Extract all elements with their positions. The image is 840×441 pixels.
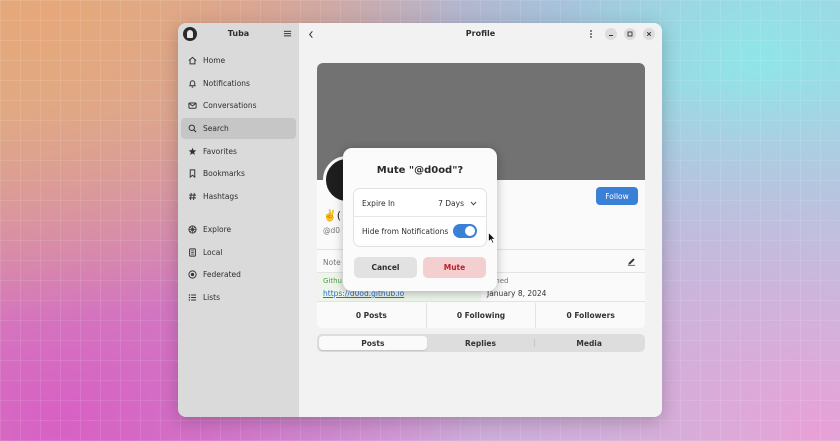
sidebar-item-notifications[interactable]: Notifications	[181, 73, 296, 94]
header-bar: Profile	[299, 23, 662, 46]
home-icon	[188, 56, 197, 65]
list-icon	[188, 294, 197, 301]
compass-icon	[188, 225, 197, 234]
sidebar-item-conversations[interactable]: Conversations	[181, 95, 296, 116]
minimize-button[interactable]	[605, 28, 617, 40]
followers-count[interactable]: 0 Followers	[536, 303, 645, 328]
tab-replies[interactable]: Replies	[427, 336, 535, 350]
sidebar-header: Tuba	[178, 23, 299, 46]
building-icon	[189, 247, 196, 257]
hamburger-menu-icon[interactable]	[283, 29, 292, 38]
field-key: Githu	[323, 277, 342, 285]
maximize-icon	[627, 31, 633, 37]
dialog-title: Mute "@d0od"?	[376, 165, 464, 176]
sidebar-separator	[181, 209, 296, 219]
sidebar-item-label: Lists	[203, 292, 221, 302]
sidebar-item-label: Favorites	[203, 146, 237, 156]
sidebar-item-label: Federated	[203, 270, 241, 280]
sidebar-item-label: Conversations	[203, 101, 257, 111]
search-icon	[188, 124, 197, 133]
bell-icon	[189, 80, 196, 88]
expire-value: 7 Days	[438, 199, 464, 208]
kebab-menu-icon[interactable]	[587, 29, 595, 39]
sidebar-item-label: Hashtags	[203, 192, 239, 202]
maximize-button[interactable]	[624, 28, 636, 40]
sidebar-item-label: Bookmarks	[203, 169, 245, 179]
sidebar-item-label: Notifications	[203, 78, 250, 88]
follow-button[interactable]: Follow	[596, 187, 638, 205]
chevron-down-icon	[470, 201, 477, 206]
close-button[interactable]	[643, 28, 655, 40]
hide-notifications-row: Hide from Notifications	[354, 217, 486, 245]
tab-media[interactable]: Media	[535, 336, 643, 350]
star-icon	[188, 147, 197, 155]
sidebar-item-home[interactable]: Home	[181, 50, 296, 71]
sidebar-item-favorites[interactable]: Favorites	[181, 141, 296, 162]
sidebar-item-label: Explore	[203, 224, 232, 234]
minimize-icon	[609, 35, 613, 36]
sidebar-item-lists[interactable]: Lists	[181, 287, 296, 308]
following-count[interactable]: 0 Following	[427, 303, 537, 328]
hide-notifications-label: Hide from Notifications	[362, 227, 449, 236]
sidebar-item-explore[interactable]: Explore	[181, 219, 296, 240]
joined-date: January 8, 2024	[487, 289, 547, 298]
sidebar-item-local[interactable]: Local	[181, 242, 296, 263]
sidebar-item-federated[interactable]: Federated	[181, 264, 296, 285]
profile-tabs: Posts Replies Media	[317, 334, 645, 352]
hide-notifications-toggle[interactable]	[453, 224, 477, 238]
sidebar: Tuba Home Notifications Conversations Se…	[178, 23, 299, 417]
sidebar-item-label: Search	[203, 124, 229, 134]
expire-in-row[interactable]: Expire In 7 Days	[354, 189, 486, 217]
sidebar-item-label: Home	[203, 56, 226, 65]
edit-pencil-icon[interactable]	[627, 257, 636, 266]
app-title: Tuba	[227, 29, 250, 38]
sidebar-item-search[interactable]: Search	[181, 118, 296, 140]
bookmark-icon	[189, 169, 196, 179]
mouse-cursor-icon	[488, 232, 496, 244]
close-icon	[646, 31, 652, 37]
profile-stats: 0 Posts 0 Following 0 Followers	[317, 303, 645, 328]
profile-display-name: ✌️(	[323, 209, 341, 222]
note-label: Note	[323, 258, 341, 267]
posts-count[interactable]: 0 Posts	[317, 303, 427, 328]
sidebar-nav: Home Notifications Conversations Search …	[181, 50, 296, 310]
hashtag-icon	[188, 192, 197, 201]
sidebar-item-bookmarks[interactable]: Bookmarks	[181, 163, 296, 184]
profile-handle: @d0	[323, 226, 341, 235]
mute-dialog: Mute "@d0od"? Expire In 7 Days Hide from…	[343, 148, 497, 291]
globe-icon	[188, 270, 197, 279]
envelope-icon	[188, 102, 197, 110]
mute-options: Expire In 7 Days Hide from Notifications	[354, 189, 486, 246]
tab-posts[interactable]: Posts	[319, 336, 427, 350]
mute-button[interactable]: Mute	[423, 257, 486, 278]
toggle-knob	[465, 226, 475, 236]
sidebar-item-hashtags[interactable]: Hashtags	[181, 186, 296, 207]
expire-label: Expire In	[362, 199, 395, 208]
cancel-button[interactable]: Cancel	[354, 257, 417, 278]
sidebar-item-label: Local	[203, 247, 223, 257]
